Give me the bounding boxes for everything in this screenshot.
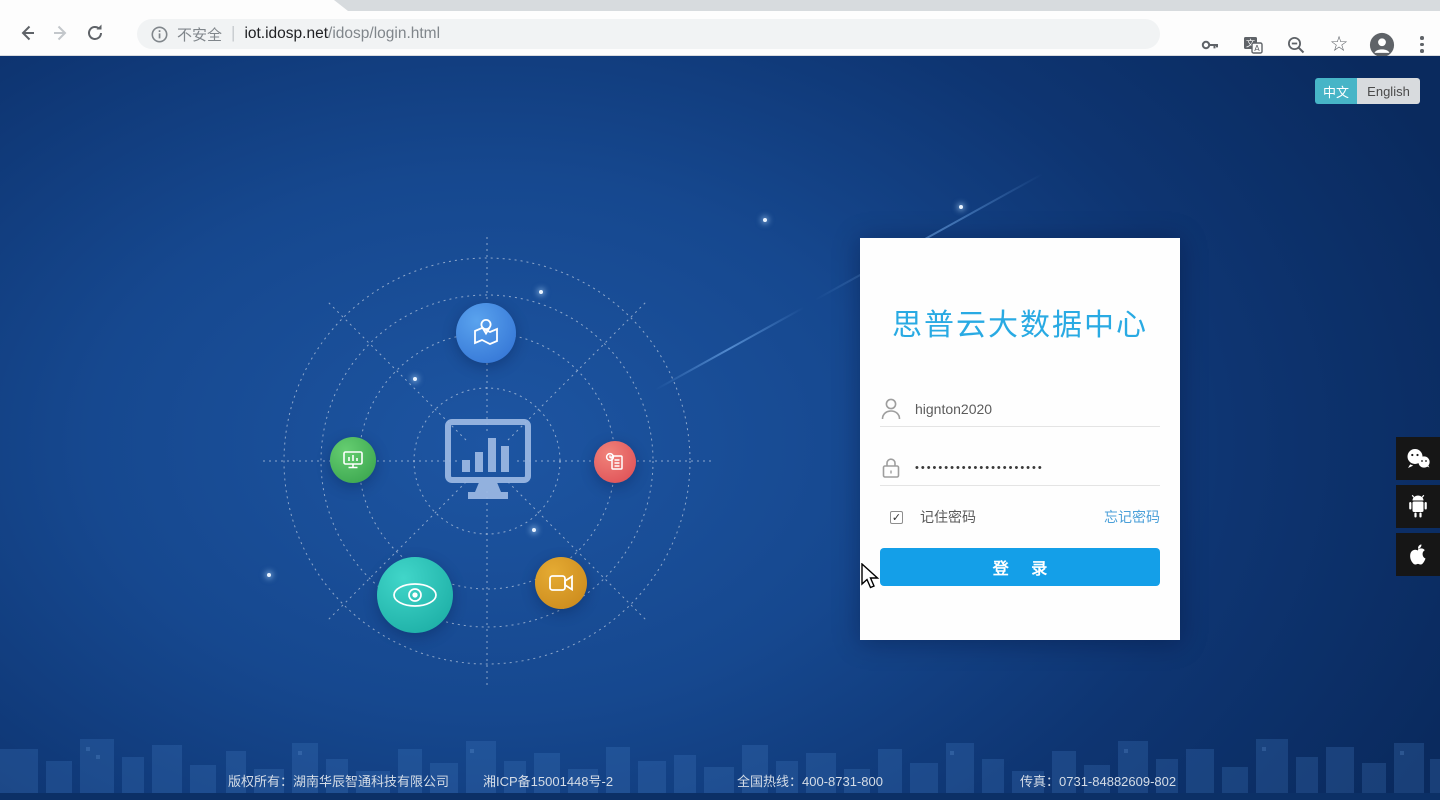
video-camera-icon	[535, 557, 587, 609]
display-icon	[330, 437, 376, 483]
app-download-dock	[1396, 437, 1440, 576]
svg-text:A: A	[1254, 44, 1260, 53]
dashboard-monitor-icon	[445, 419, 531, 499]
reload-icon[interactable]	[78, 16, 112, 50]
eye-monitoring-icon	[377, 557, 453, 633]
footer-hotline: 全国热线：400-8731-800	[737, 774, 883, 789]
wechat-icon[interactable]	[1396, 437, 1440, 480]
remember-checkbox[interactable]: ✓	[890, 510, 903, 524]
page-info-icon[interactable]	[151, 26, 168, 43]
mouse-cursor	[861, 563, 880, 589]
remember-row: ✓ 记住密码 忘记密码	[880, 506, 1160, 528]
map-location-icon	[456, 303, 516, 363]
browser-window: 不安全 | iot.idosp.net/idosp/login.html 文A …	[0, 0, 1440, 800]
zoom-out-icon[interactable]	[1283, 32, 1309, 58]
star-dot	[763, 218, 767, 222]
forgot-password-link[interactable]: 忘记密码	[1104, 507, 1160, 527]
footer-bar	[0, 793, 1440, 800]
url-path: /idosp/login.html	[328, 25, 441, 42]
user-icon	[881, 398, 901, 419]
apple-icon[interactable]	[1396, 533, 1440, 576]
forward-icon[interactable]	[44, 16, 78, 50]
translate-icon[interactable]: 文A	[1240, 32, 1266, 58]
browser-menu-icon[interactable]	[1412, 32, 1432, 58]
password-field[interactable]	[880, 450, 1160, 486]
security-label: 不安全	[177, 26, 223, 44]
username-field[interactable]	[880, 391, 1160, 427]
tab-strip	[0, 0, 1440, 11]
url-host: iot.idosp.net	[244, 25, 329, 42]
profile-avatar[interactable]	[1369, 32, 1395, 58]
username-input[interactable]	[915, 400, 1135, 417]
url-divider: |	[231, 23, 236, 42]
footer-copyright: 版权所有：湖南华辰智通科技有限公司	[228, 774, 450, 789]
bookmark-star-icon[interactable]: ☆	[1326, 32, 1352, 58]
password-input[interactable]	[915, 461, 1135, 474]
login-page: 中文 English 思普云大数据中心 hignton2020 ••••••••…	[0, 56, 1440, 800]
footer-icp: 湘ICP备15001448号-2	[483, 774, 614, 789]
app-title: 思普云大数据中心	[892, 309, 1148, 342]
address-bar[interactable]: 不安全 | iot.idosp.net/idosp/login.html	[137, 19, 1160, 49]
language-english-button[interactable]: English	[1357, 78, 1420, 104]
active-tab[interactable]	[0, 0, 348, 11]
lock-icon	[882, 457, 900, 478]
android-icon[interactable]	[1396, 485, 1440, 528]
login-button[interactable]: 登 录	[880, 548, 1160, 586]
back-icon[interactable]	[10, 16, 44, 50]
star-dot	[959, 205, 963, 209]
report-icon	[594, 441, 636, 483]
language-chinese-button[interactable]: 中文	[1315, 78, 1357, 104]
saved-password-key-icon[interactable]	[1197, 32, 1223, 58]
city-skyline	[0, 739, 1440, 793]
remember-label: 记住密码	[920, 509, 976, 525]
footer-fax: 传真：0731-84882609-802	[1020, 774, 1177, 789]
browser-toolbar: 不安全 | iot.idosp.net/idosp/login.html 文A …	[0, 11, 1440, 58]
login-card: 思普云大数据中心 ✓ 记住密码 忘记密码	[860, 238, 1180, 640]
language-toggle: 中文 English	[1315, 78, 1420, 104]
